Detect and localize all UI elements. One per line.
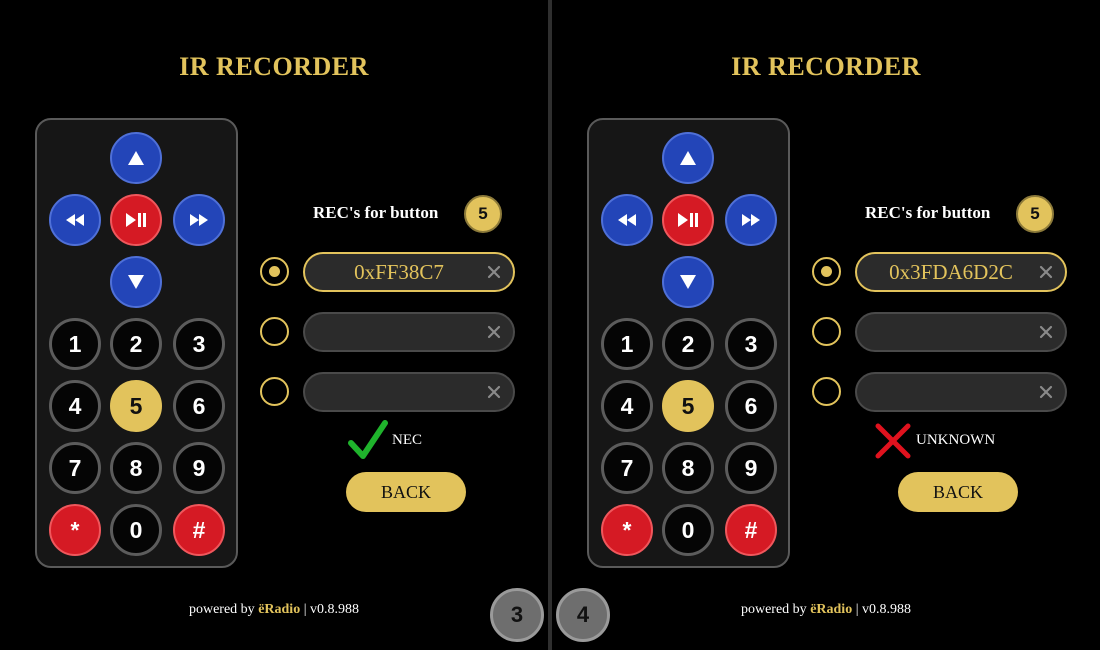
fast-forward-button[interactable] — [725, 194, 777, 246]
rec-button-badge: 5 — [464, 195, 502, 233]
radio-selected-dot — [269, 266, 280, 277]
recording-code-input[interactable] — [319, 374, 479, 410]
arrow-up-icon — [128, 151, 144, 165]
recording-code-input[interactable] — [871, 254, 1031, 290]
radio-selected-dot — [821, 266, 832, 277]
digit-button-1[interactable]: 1 — [601, 318, 653, 370]
rec-button-badge: 5 — [1016, 195, 1054, 233]
page-button-4[interactable]: 4 — [556, 588, 610, 642]
digit-button-5[interactable]: 5 — [110, 380, 162, 432]
page-button-3[interactable]: 3 — [490, 588, 544, 642]
hash-button[interactable]: # — [173, 504, 225, 556]
recording-radio-1[interactable] — [260, 257, 289, 286]
digit-button-3[interactable]: 3 — [725, 318, 777, 370]
back-button[interactable]: BACK — [346, 472, 466, 512]
footer-prefix: powered by — [740, 602, 811, 617]
recording-field-2 — [303, 312, 515, 352]
recording-code-input[interactable] — [871, 314, 1031, 350]
play-pause-button[interactable] — [662, 194, 714, 246]
digit-button-6[interactable]: 6 — [725, 380, 777, 432]
protocol-status: UNKNOWN — [916, 432, 996, 448]
digit-button-8[interactable]: 8 — [662, 442, 714, 494]
up-button[interactable] — [110, 132, 162, 184]
fast-forward-button[interactable] — [173, 194, 225, 246]
recording-radio-3[interactable] — [260, 377, 289, 406]
arrow-down-icon — [680, 275, 696, 289]
recording-field-3 — [303, 372, 515, 412]
recording-code-input[interactable] — [319, 314, 479, 350]
footer-version: | v0.8.988 — [300, 602, 359, 617]
cross-icon — [875, 423, 911, 459]
recording-field-2 — [855, 312, 1067, 352]
digit-button-4[interactable]: 4 — [49, 380, 101, 432]
footer-version: | v0.8.988 — [852, 602, 911, 617]
page-title: IR RECORDER — [731, 52, 921, 81]
rewind-icon — [66, 214, 84, 226]
back-button[interactable]: BACK — [898, 472, 1018, 512]
footer: powered by ëRadio | v0.8.988 — [552, 602, 1100, 618]
play-pause-icon — [678, 213, 698, 227]
rewind-icon — [618, 214, 636, 226]
footer: powered by ëRadio | v0.8.988 — [0, 602, 548, 618]
digit-button-6[interactable]: 6 — [173, 380, 225, 432]
recording-code-input[interactable] — [319, 254, 479, 290]
recording-radio-1[interactable] — [812, 257, 841, 286]
recording-radio-3[interactable] — [812, 377, 841, 406]
recording-radio-2[interactable] — [260, 317, 289, 346]
clear-icon[interactable] — [1037, 263, 1055, 281]
footer-brand: ëRadio — [810, 602, 853, 617]
fast-forward-icon — [742, 214, 760, 226]
remote-control: 1 2 3 4 5 6 7 8 9 * 0 # — [587, 118, 790, 568]
digit-button-7[interactable]: 7 — [49, 442, 101, 494]
rec-label: REC's for button — [865, 203, 991, 222]
digit-button-0[interactable]: 0 — [662, 504, 714, 556]
clear-icon[interactable] — [485, 383, 503, 401]
clear-icon[interactable] — [485, 263, 503, 281]
recording-code-input[interactable] — [871, 374, 1031, 410]
clear-icon[interactable] — [485, 323, 503, 341]
arrow-down-icon — [128, 275, 144, 289]
digit-button-7[interactable]: 7 — [601, 442, 653, 494]
star-button[interactable]: * — [49, 504, 101, 556]
fast-forward-icon — [190, 214, 208, 226]
rewind-button[interactable] — [601, 194, 653, 246]
digit-button-3[interactable]: 3 — [173, 318, 225, 370]
recording-field-1 — [303, 252, 515, 292]
digit-button-4[interactable]: 4 — [601, 380, 653, 432]
digit-button-9[interactable]: 9 — [725, 442, 777, 494]
protocol-status: NEC — [392, 432, 422, 448]
footer-brand: ëRadio — [258, 602, 301, 617]
recording-field-1 — [855, 252, 1067, 292]
clear-icon[interactable] — [1037, 323, 1055, 341]
rewind-button[interactable] — [49, 194, 101, 246]
play-pause-button[interactable] — [110, 194, 162, 246]
play-pause-icon — [126, 213, 146, 227]
clear-icon[interactable] — [1037, 383, 1055, 401]
digit-button-9[interactable]: 9 — [173, 442, 225, 494]
digit-button-2[interactable]: 2 — [110, 318, 162, 370]
recorder-panel-left: IR RECORDER 1 2 3 4 5 6 7 8 9 * 0 # REC'… — [0, 0, 548, 650]
down-button[interactable] — [662, 256, 714, 308]
recording-radio-2[interactable] — [812, 317, 841, 346]
digit-button-0[interactable]: 0 — [110, 504, 162, 556]
digit-button-2[interactable]: 2 — [662, 318, 714, 370]
hash-button[interactable]: # — [725, 504, 777, 556]
up-button[interactable] — [662, 132, 714, 184]
digit-button-1[interactable]: 1 — [49, 318, 101, 370]
footer-prefix: powered by — [188, 602, 259, 617]
digit-button-5[interactable]: 5 — [662, 380, 714, 432]
down-button[interactable] — [110, 256, 162, 308]
rec-label: REC's for button — [313, 203, 439, 222]
recorder-panel-right: IR RECORDER 1 2 3 4 5 6 7 8 9 * 0 # REC'… — [552, 0, 1100, 650]
checkmark-icon — [348, 420, 388, 459]
page-title: IR RECORDER — [179, 52, 369, 81]
arrow-up-icon — [680, 151, 696, 165]
digit-button-8[interactable]: 8 — [110, 442, 162, 494]
star-button[interactable]: * — [601, 504, 653, 556]
remote-control: 1 2 3 4 5 6 7 8 9 * 0 # — [35, 118, 238, 568]
recording-field-3 — [855, 372, 1067, 412]
